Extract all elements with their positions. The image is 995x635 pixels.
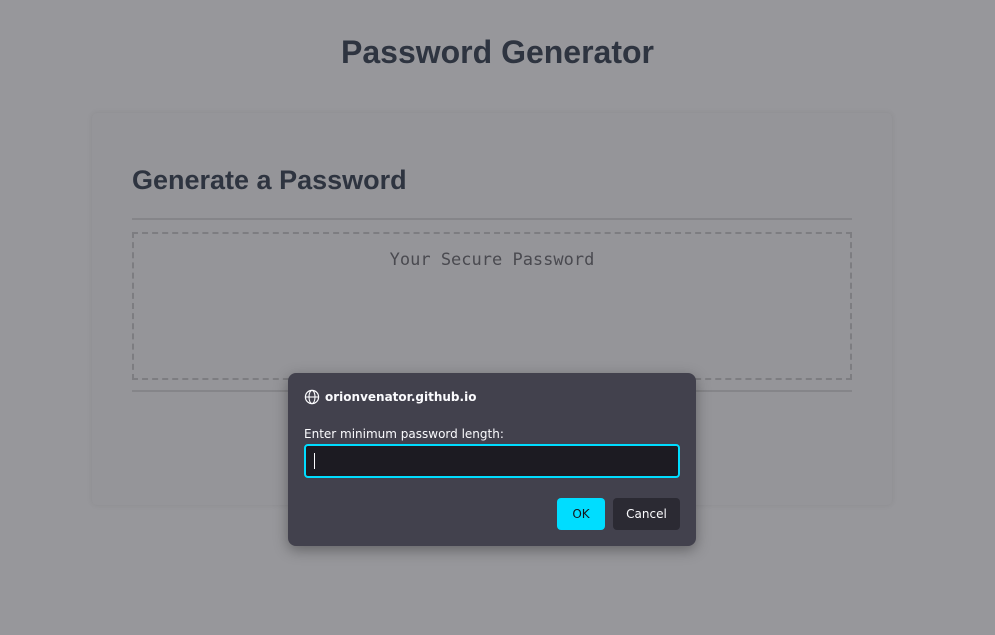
- cancel-button[interactable]: Cancel: [613, 498, 680, 530]
- card-header: Generate a Password: [132, 165, 407, 195]
- password-output[interactable]: [132, 232, 852, 380]
- dialog-message: Enter minimum password length:: [304, 427, 504, 441]
- globe-icon: [304, 389, 320, 405]
- min-length-input[interactable]: [304, 444, 680, 478]
- prompt-dialog: orionvenator.github.io Enter minimum pas…: [288, 373, 696, 546]
- dialog-origin-text: orionvenator.github.io: [325, 390, 477, 404]
- text-caret: [314, 453, 315, 469]
- card-divider-top: [132, 218, 852, 220]
- page-title: Password Generator: [341, 34, 654, 70]
- ok-button[interactable]: OK: [557, 498, 605, 530]
- page: Password Generator Generate a Password o…: [0, 0, 995, 635]
- dialog-origin: orionvenator.github.io: [304, 389, 476, 405]
